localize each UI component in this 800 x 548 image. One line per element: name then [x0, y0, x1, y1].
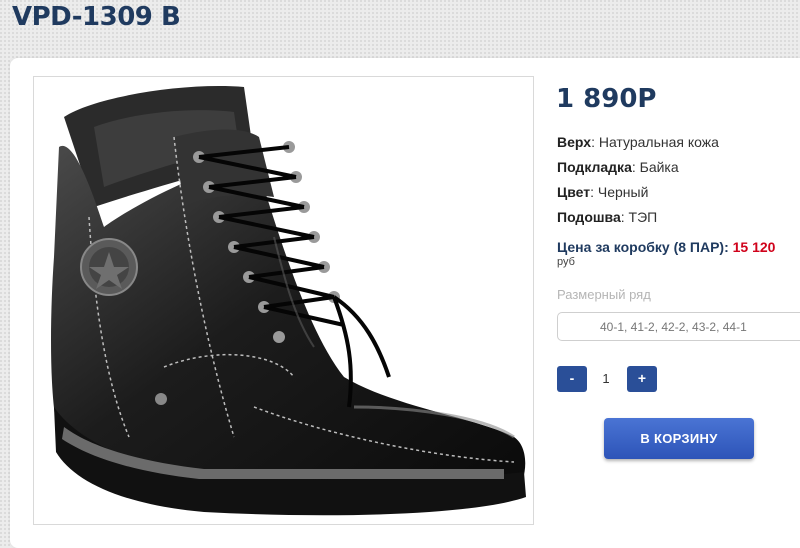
size-range-label: Размерный ряд	[557, 287, 651, 302]
spec-lining-label: Подкладка	[557, 159, 632, 175]
spec-sole: Подошва: ТЭП	[557, 209, 657, 225]
product-price: 1 890Р	[556, 84, 657, 114]
spec-color: Цвет: Черный	[557, 184, 648, 200]
quantity-minus-button[interactable]: -	[557, 366, 587, 392]
spec-sole-value: : ТЭП	[620, 209, 658, 225]
size-range-field[interactable]: 40-1, 41-2, 42-2, 43-2, 44-1	[557, 312, 800, 341]
quantity-plus-button[interactable]: +	[627, 366, 657, 392]
spec-lining-value: : Байка	[631, 159, 679, 175]
box-price-amount: 15 120	[732, 239, 776, 255]
spec-upper-value: : Натуральная кожа	[591, 134, 719, 150]
product-title: VPD-1309 B	[12, 2, 181, 32]
add-to-cart-button[interactable]: В КОРЗИНУ	[604, 418, 754, 459]
boot-illustration	[51, 86, 526, 516]
product-image[interactable]	[33, 76, 534, 525]
spec-color-label: Цвет	[557, 184, 591, 200]
spec-upper-label: Верх	[557, 134, 592, 150]
spec-sole-label: Подошва	[557, 209, 621, 225]
box-price: Цена за коробку (8 ПАР): 15 120	[557, 239, 775, 255]
spec-color-value: : Черный	[590, 184, 649, 200]
spec-upper: Верх: Натуральная кожа	[557, 134, 719, 150]
box-price-unit: руб	[557, 256, 575, 268]
spec-lining: Подкладка: Байка	[557, 159, 679, 175]
size-range-value: 40-1, 41-2, 42-2, 43-2, 44-1	[600, 319, 747, 334]
box-price-label: Цена за коробку (8 ПАР):	[557, 239, 733, 255]
quantity-input[interactable]: 1	[592, 366, 620, 392]
